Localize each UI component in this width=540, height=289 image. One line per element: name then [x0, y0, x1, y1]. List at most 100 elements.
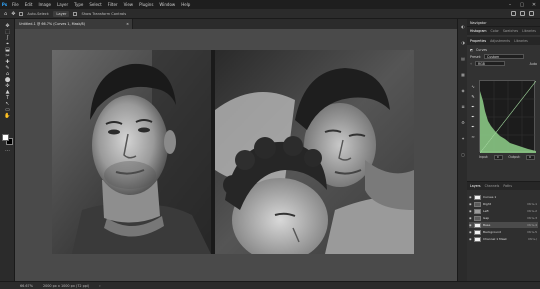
visibility-eye-icon[interactable]: ◉: [469, 237, 472, 241]
point-edit-icon[interactable]: ∿: [470, 83, 476, 89]
minimize-button[interactable]: –: [504, 2, 516, 8]
visibility-eye-icon[interactable]: ◉: [469, 209, 472, 213]
foreground-color-swatch[interactable]: [2, 134, 9, 141]
auto-button[interactable]: Auto: [530, 62, 537, 66]
tab-libraries-2[interactable]: Libraries: [514, 39, 528, 43]
layer-shortcut: Ctrl+5: [527, 230, 537, 234]
maximize-button[interactable]: ▢: [516, 2, 528, 8]
tab-histogram[interactable]: Histogram: [470, 29, 487, 33]
brushes-dock-icon[interactable]: ✦: [460, 135, 466, 141]
auto-select-checkbox[interactable]: [19, 11, 24, 16]
menu-view[interactable]: View: [121, 2, 137, 7]
output-field[interactable]: 0: [525, 155, 535, 160]
left-portrait-photo: [52, 50, 211, 254]
visibility-eye-icon[interactable]: ◉: [469, 202, 472, 206]
layer-thumbnail: [474, 215, 481, 221]
tab-properties[interactable]: Properties: [470, 39, 486, 43]
menu-filter[interactable]: Filter: [105, 2, 121, 7]
histogram-dock-icon[interactable]: ◑: [460, 39, 466, 45]
home-icon[interactable]: ⌂: [4, 11, 7, 17]
curves-graph[interactable]: [479, 80, 537, 154]
layer-row[interactable]: ◉ Channel 1 Mask Ctrl+\: [469, 236, 538, 242]
layer-name: Gap: [483, 216, 490, 220]
layer-row[interactable]: ◉ Right Ctrl+1: [469, 201, 538, 207]
layer-row[interactable]: ◉ Left Ctrl+2: [469, 208, 538, 214]
visibility-eye-icon[interactable]: ◉: [469, 223, 472, 227]
zoom-level[interactable]: 66.67%: [20, 284, 33, 288]
swatches-dock-icon[interactable]: ◻: [460, 151, 466, 157]
settings-dock-icon[interactable]: ⚙: [460, 119, 466, 125]
layer-name: Curves 1: [483, 195, 497, 199]
workspace-icon[interactable]: [520, 11, 525, 16]
photoshop-logo: Ps: [1, 2, 8, 7]
left-portrait-image: [52, 50, 211, 254]
output-label: Output:: [508, 155, 521, 159]
layer-thumbnail: [474, 208, 481, 214]
search-icon[interactable]: [511, 11, 516, 16]
channels-dock-icon[interactable]: ▦: [460, 71, 466, 77]
menu-edit[interactable]: Edit: [22, 2, 36, 7]
pencil-icon[interactable]: ✎: [470, 93, 476, 99]
navigator-tab[interactable]: Navigator: [470, 21, 487, 25]
auto-select-dropdown[interactable]: Layer: [53, 10, 70, 17]
document-canvas[interactable]: [52, 50, 414, 254]
input-field[interactable]: 0: [493, 155, 503, 160]
move-tool-icon[interactable]: ✥: [11, 11, 15, 17]
layer-row[interactable]: ◉ Base Ctrl+4: [469, 222, 538, 228]
layer-shortcut: Ctrl+3: [527, 216, 537, 220]
menu-type[interactable]: Type: [71, 2, 86, 7]
more-tools-icon[interactable]: …: [2, 146, 13, 153]
hand-icon[interactable]: ☝: [470, 62, 472, 66]
preset-dropdown[interactable]: Custom: [484, 54, 525, 59]
smooth-icon[interactable]: ≈: [470, 133, 476, 139]
layer-shortcut: Ctrl+2: [527, 209, 537, 213]
tab-color[interactable]: Color: [491, 29, 499, 33]
channel-dropdown[interactable]: RGB: [474, 61, 505, 66]
share-icon[interactable]: [529, 11, 534, 16]
hand-tool-icon[interactable]: ✋: [2, 112, 13, 119]
navigator-panel-header: Navigator: [467, 19, 540, 27]
document-tab[interactable]: Untitled-1 @ 66.7% (Curves 1, Mask/8) ×: [15, 19, 133, 29]
menu-plugins[interactable]: Plugins: [136, 2, 156, 7]
paragraph-dock-icon[interactable]: ≣: [460, 103, 466, 109]
curves-graph-svg[interactable]: [479, 80, 537, 154]
visibility-eye-icon[interactable]: ◉: [469, 230, 472, 234]
tab-channels[interactable]: Channels: [485, 184, 500, 188]
layer-shortcut: Ctrl+4: [527, 223, 537, 227]
tab-adjustments[interactable]: Adjustments: [490, 39, 510, 43]
tab-swatches[interactable]: Swatches: [503, 29, 518, 33]
gray-point-eyedropper-icon[interactable]: ✒: [470, 113, 476, 119]
layer-row[interactable]: ◉ Background Ctrl+5: [469, 229, 538, 235]
navigator-dock-icon[interactable]: ◐: [460, 23, 466, 29]
menu-select[interactable]: Select: [86, 2, 104, 7]
status-arrow-icon[interactable]: ›: [99, 284, 100, 288]
visibility-eye-icon[interactable]: ◉: [469, 216, 472, 220]
options-bar: ⌂ ✥ Auto-Select: Layer Show Transform Co…: [0, 9, 540, 19]
tab-libraries[interactable]: Libraries: [522, 29, 536, 33]
canvas-workspace[interactable]: [15, 29, 457, 281]
close-tab-icon[interactable]: ×: [126, 22, 132, 26]
properties-dock-icon[interactable]: ◈: [460, 87, 466, 93]
tab-layers[interactable]: Layers: [470, 184, 481, 188]
menu-file[interactable]: File: [9, 2, 22, 7]
black-point-eyedropper-icon[interactable]: ✒: [470, 103, 476, 109]
menu-window[interactable]: Window: [156, 2, 178, 7]
menu-bar: Ps File Edit Image Layer Type Select Fil…: [0, 0, 540, 9]
visibility-eye-icon[interactable]: ◉: [469, 195, 472, 199]
layer-name: Left: [483, 209, 489, 213]
curves-title: Curves: [476, 48, 488, 52]
layers-panel: Layers Channels Paths ◉ Curves 1 ◉ Right Ctr…: [467, 181, 540, 281]
tab-paths[interactable]: Paths: [503, 184, 512, 188]
layer-row[interactable]: ◉ Curves 1: [469, 194, 538, 200]
layers-dock-icon[interactable]: ▤: [460, 55, 466, 61]
close-window-button[interactable]: ✕: [528, 2, 540, 8]
input-output-row: Input: 0 Output: 0: [479, 155, 535, 160]
panel-dock: ◐ ◑ ▤ ▦ ◈ ≣ ⚙ ✦ ◻: [457, 19, 467, 281]
menu-help[interactable]: Help: [178, 2, 193, 7]
layer-name: Right: [483, 202, 491, 206]
white-point-eyedropper-icon[interactable]: ✒: [470, 123, 476, 129]
transform-controls-checkbox[interactable]: [73, 11, 78, 16]
layer-row[interactable]: ◉ Gap Ctrl+3: [469, 215, 538, 221]
menu-layer[interactable]: Layer: [54, 2, 71, 7]
menu-image[interactable]: Image: [35, 2, 54, 7]
